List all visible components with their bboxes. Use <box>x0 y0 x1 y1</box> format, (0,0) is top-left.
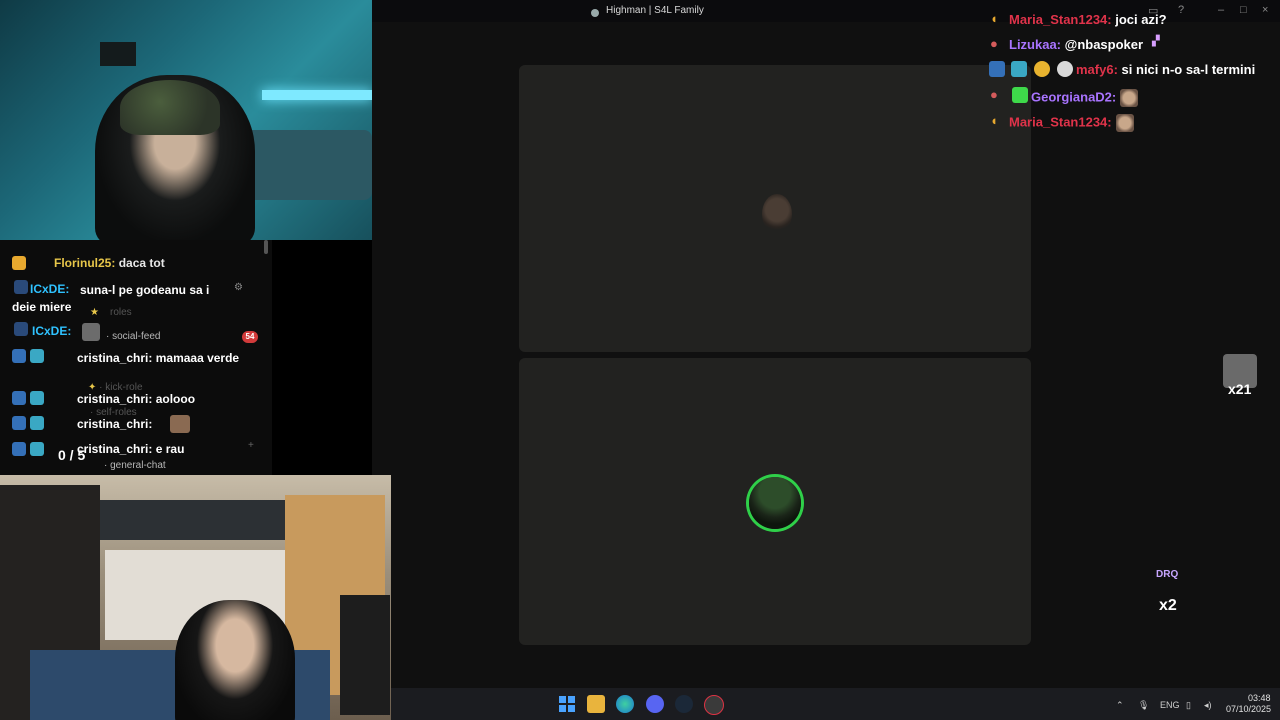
badge-icon <box>989 61 1005 77</box>
badge-icon: ● <box>990 87 998 102</box>
windows-start-icon[interactable] <box>558 695 576 713</box>
badge-icon <box>1011 61 1027 77</box>
chat-message: cristina_chri: <box>77 417 153 431</box>
channel-general-chat[interactable]: · general-chat <box>104 460 166 471</box>
chat-message: Lizukaa: @nbaspoker <box>1009 37 1144 52</box>
channel-social-feed[interactable]: · social-feed <box>106 331 160 342</box>
language-indicator[interactable]: ENG <box>1160 700 1180 710</box>
unread-badge: 54 <box>242 331 258 343</box>
gift-badge-icon <box>1012 87 1028 103</box>
badge-icon <box>30 416 44 430</box>
banana-badge-icon: ◖ <box>990 11 998 26</box>
badge-icon <box>12 391 26 405</box>
steam-icon[interactable] <box>675 695 693 713</box>
channel-roles[interactable]: roles <box>110 307 132 318</box>
chat-message: cristina_chri: mamaaa verde <box>77 351 240 365</box>
window-title: Highman | S4L Family <box>606 5 704 16</box>
emote-icon <box>1115 114 1134 132</box>
microphone-icon[interactable]: 🎙 <box>1138 700 1149 711</box>
alert-count: x21 <box>1228 381 1252 397</box>
close-button[interactable]: × <box>1262 4 1268 16</box>
emote-icon <box>1120 89 1139 107</box>
crown-badge-icon <box>12 256 26 270</box>
chevron-up-icon[interactable]: ⌃ <box>1116 700 1124 711</box>
volume-icon[interactable]: ◂) <box>1204 700 1212 711</box>
edge-browser-icon[interactable] <box>616 695 634 713</box>
minimize-button[interactable]: – <box>1218 4 1224 16</box>
clock-date[interactable]: 07/10/2025 <box>1226 704 1271 714</box>
chat-message: Maria_Stan1234: <box>1009 114 1134 132</box>
chat-message: cristina_chri: e rau <box>77 442 185 456</box>
badge-icon <box>30 391 44 405</box>
chat-username: ICxDE: <box>32 324 72 338</box>
chat-message: GeorgianaD2: <box>1031 89 1139 107</box>
file-explorer-icon[interactable] <box>587 695 605 713</box>
chat-message: Florinul25: daca tot <box>54 256 165 270</box>
chat-message: cristina_chri: aolooo <box>77 392 196 406</box>
badge-icon: ● <box>990 36 998 51</box>
emote-icon: ▞ <box>1152 36 1160 47</box>
badge-icon <box>1034 61 1050 77</box>
alert-label: DRQ <box>1156 569 1179 580</box>
chat-message: Maria_Stan1234: joci azi? <box>1009 12 1167 27</box>
banana-badge-icon: ◖ <box>990 113 998 128</box>
settings-icon[interactable]: ⚙ <box>234 282 243 293</box>
alert-count: x2 <box>1159 597 1177 614</box>
badge-icon <box>12 442 26 456</box>
badge-icon <box>1057 61 1073 77</box>
maximize-button[interactable]: □ <box>1240 4 1247 16</box>
speaking-user-avatar <box>749 477 801 529</box>
clock-time[interactable]: 03:48 <box>1248 693 1271 703</box>
badge-icon <box>30 442 44 456</box>
emote-icon <box>170 415 190 433</box>
counter-text: 0 / 5 <box>58 447 86 463</box>
webcam-bottom <box>0 475 391 720</box>
star-icon: ★ <box>90 307 99 318</box>
app-icon[interactable] <box>704 695 724 715</box>
badge-icon <box>14 322 28 336</box>
user-avatar <box>762 194 792 234</box>
emote-icon <box>82 323 100 341</box>
app-title-icon <box>590 5 600 17</box>
add-icon[interactable]: + <box>248 440 254 451</box>
chat-message: mafy6: si nici n-o sa-l termini <box>1076 62 1256 77</box>
help-icon[interactable]: ? <box>1178 4 1184 16</box>
discord-icon[interactable] <box>646 695 664 713</box>
network-icon[interactable]: ▯ <box>1186 700 1191 711</box>
webcam-top <box>0 0 372 240</box>
badge-icon <box>12 416 26 430</box>
chat-scrollbar[interactable] <box>264 240 268 254</box>
